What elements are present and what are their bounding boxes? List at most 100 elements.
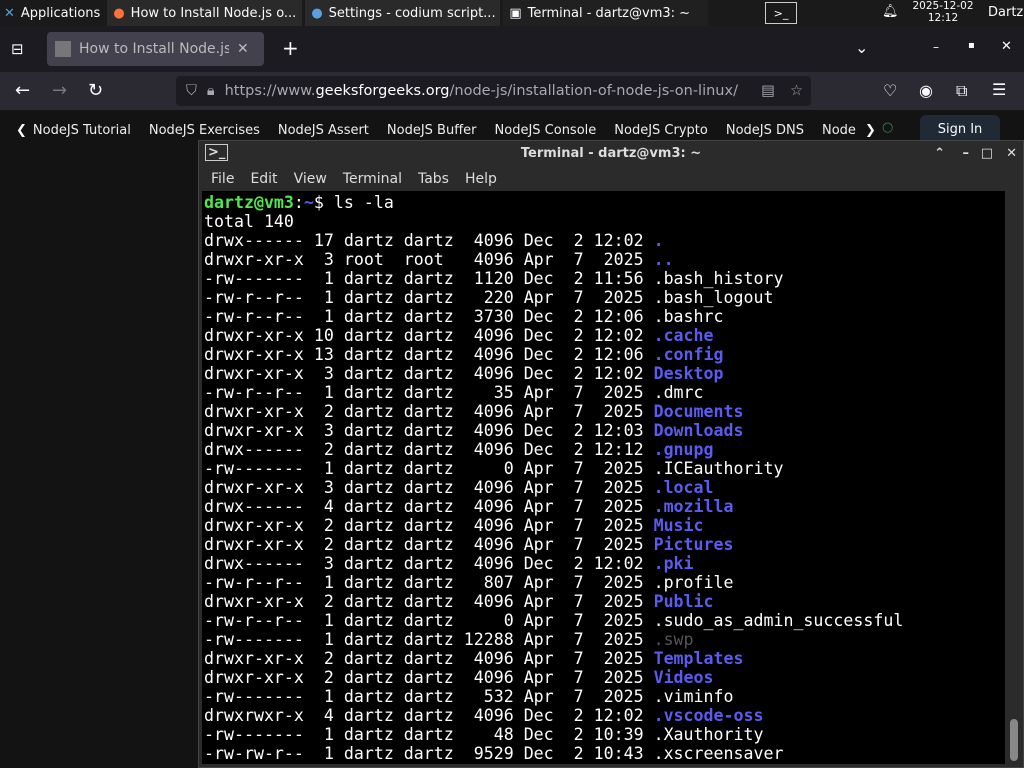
listing-row: drwxr-xr-x 10 dartz dartz 4096 Dec 2 12:… xyxy=(204,326,1005,345)
gfg-favicon xyxy=(55,41,71,57)
file-name: .xscreensaver xyxy=(653,744,784,763)
file-name: .local xyxy=(653,478,714,497)
taskbar-item-firefox[interactable]: ● How to Install Node.js o... xyxy=(107,0,303,26)
terminal-output[interactable]: dartz@vm3:~$ ls -la total 140 drwx------ 1… xyxy=(202,191,1005,764)
shade-icon[interactable]: ⌃ xyxy=(934,146,945,161)
file-name: .bashrc xyxy=(653,307,724,326)
terminal-window: >_ Terminal - dartz@vm3: ~ ⌃ – □ ✕ File … xyxy=(198,140,1024,768)
command: ls -la xyxy=(333,193,394,212)
listing-row: drwx------ 17 dartz dartz 4096 Dec 2 12:… xyxy=(204,231,1005,250)
minimize-icon[interactable]: – xyxy=(963,146,970,161)
close-icon[interactable]: ✕ xyxy=(1006,146,1017,161)
file-name: Pictures xyxy=(653,535,734,554)
shield-icon[interactable]: ⛉ xyxy=(186,83,197,99)
url-bar[interactable]: ⛉ 🔒︎ https://www.geeksforgeeks.org/node-j… xyxy=(176,76,811,106)
listing-row: drwx------ 4 dartz dartz 4096 Apr 7 2025… xyxy=(204,497,1005,516)
nav-link[interactable]: NodeJS Crypto xyxy=(605,123,717,138)
back-icon[interactable]: ← xyxy=(15,80,30,101)
browser-tab-strip: ⊟ How to Install Node.js on ✕ + ⌄ – ▪ ✕ xyxy=(0,26,1024,72)
scrollbar[interactable] xyxy=(1007,191,1021,764)
file-name: .vscode-oss xyxy=(653,706,764,725)
listing-row: -rw------- 1 dartz dartz 0 Apr 7 2025 .I… xyxy=(204,459,1005,478)
terminal-icon: ▣ xyxy=(509,5,522,21)
listing-row: drwxr-xr-x 2 dartz dartz 4096 Apr 7 2025… xyxy=(204,516,1005,535)
file-meta: drwxr-xr-x 2 dartz dartz 4096 Apr 7 2025 xyxy=(204,592,644,611)
listing-row: drwxr-xr-x 13 dartz dartz 4096 Dec 2 12:… xyxy=(204,345,1005,364)
bell-icon[interactable]: 🔔︎ xyxy=(882,4,899,19)
file-name: .pki xyxy=(653,554,694,573)
tab-overview-icon[interactable]: ⊟ xyxy=(11,40,24,58)
top-panel: ✕ Applications ● How to Install Node.js o.… xyxy=(0,0,1024,26)
file-meta: -rw------- 1 dartz dartz 12288 Apr 7 202… xyxy=(204,630,644,649)
search-icon[interactable]: ○ xyxy=(882,120,893,135)
menu-edit[interactable]: Edit xyxy=(242,171,285,187)
task-label: Terminal - dartz@vm3: ~ xyxy=(527,5,691,21)
task-label: Settings - codium script... xyxy=(328,5,496,21)
menu-file[interactable]: File xyxy=(203,171,242,187)
minimize-icon[interactable]: – xyxy=(933,40,939,54)
nav-link[interactable]: NodeJS Console xyxy=(486,123,606,138)
listing-row: -rw-r--r-- 1 dartz dartz 35 Apr 7 2025 .… xyxy=(204,383,1005,402)
file-meta: -rw-r--r-- 1 dartz dartz 220 Apr 7 2025 xyxy=(204,288,644,307)
total-line: total 140 xyxy=(204,212,294,231)
extensions-icon[interactable]: ⧉ xyxy=(956,81,967,101)
listing-row: drwxr-xr-x 3 dartz dartz 4096 Apr 7 2025… xyxy=(204,478,1005,497)
listing-row: drwx------ 2 dartz dartz 4096 Dec 2 12:1… xyxy=(204,440,1005,459)
chevron-left-icon[interactable]: ❮ xyxy=(0,123,27,138)
listing-row: drwxr-xr-x 2 dartz dartz 4096 Apr 7 2025… xyxy=(204,592,1005,611)
nav-link[interactable]: NodeJS Exercises xyxy=(140,123,269,138)
clock[interactable]: 2025-12-02 12:12 xyxy=(908,0,978,24)
url-text: https://www.geeksforgeeks.org/node-js/in… xyxy=(224,83,738,99)
nav-link[interactable]: Node xyxy=(813,123,865,138)
prompt-user: dartz@vm3 xyxy=(204,193,294,212)
browser-toolbar: ← → ↻ ⛉ 🔒︎ https://www.geeksforgeeks.org/… xyxy=(0,72,1024,110)
account-icon[interactable]: ◉ xyxy=(919,81,933,100)
menu-view[interactable]: View xyxy=(286,171,335,187)
listing-row: drwxr-xr-x 2 dartz dartz 4096 Apr 7 2025… xyxy=(204,535,1005,554)
nav-link[interactable]: NodeJS Buffer xyxy=(378,123,486,138)
chevron-down-icon[interactable]: ⌄ xyxy=(855,38,868,57)
star-icon[interactable]: ☆ xyxy=(790,83,803,99)
reload-icon[interactable]: ↻ xyxy=(88,80,103,101)
scrollbar-thumb[interactable] xyxy=(1010,719,1018,761)
pocket-icon[interactable]: ♡ xyxy=(883,81,897,100)
listing-row: -rw------- 1 dartz dartz 12288 Apr 7 202… xyxy=(204,630,1005,649)
reader-view-icon[interactable]: ▤ xyxy=(761,83,775,99)
close-window-icon[interactable]: ✕ xyxy=(1001,39,1012,54)
nav-link[interactable]: NodeJS Tutorial xyxy=(27,123,140,138)
listing-row: drwxr-xr-x 2 dartz dartz 4096 Apr 7 2025… xyxy=(204,649,1005,668)
file-meta: -rw-r--r-- 1 dartz dartz 0 Apr 7 2025 xyxy=(204,611,644,630)
file-meta: -rw-r--r-- 1 dartz dartz 35 Apr 7 2025 xyxy=(204,383,644,402)
codium-icon: ● xyxy=(311,5,323,21)
maximize-icon[interactable]: ▪ xyxy=(968,40,975,51)
file-name: Documents xyxy=(653,402,744,421)
menu-tabs[interactable]: Tabs xyxy=(410,171,457,187)
terminal-launcher-icon[interactable]: >_ xyxy=(765,2,797,24)
menu-icon[interactable]: ☰ xyxy=(992,80,1006,99)
listing-row: -rw-r--r-- 1 dartz dartz 220 Apr 7 2025 … xyxy=(204,288,1005,307)
file-name: .bash_history xyxy=(653,269,784,288)
nav-link[interactable]: NodeJS Assert xyxy=(269,123,378,138)
file-meta: drwxr-xr-x 3 dartz dartz 4096 Dec 2 12:0… xyxy=(204,421,644,440)
lock-icon[interactable]: 🔒︎ xyxy=(207,83,215,99)
file-name: Videos xyxy=(653,668,714,687)
taskbar-item-codium[interactable]: ● Settings - codium script... xyxy=(305,0,501,26)
tab-title: How to Install Node.js on xyxy=(79,41,229,57)
nav-link[interactable]: NodeJS DNS xyxy=(717,123,813,138)
terminal-titlebar[interactable]: >_ Terminal - dartz@vm3: ~ ⌃ – □ ✕ xyxy=(199,141,1023,166)
taskbar-item-terminal[interactable]: ▣ Terminal - dartz@vm3: ~ xyxy=(503,0,709,26)
close-tab-icon[interactable]: ✕ xyxy=(237,41,249,57)
applications-menu[interactable]: ✕ Applications xyxy=(0,0,105,26)
browser-tab[interactable]: How to Install Node.js on ✕ xyxy=(47,32,264,66)
file-meta: drwxr-xr-x 2 dartz dartz 4096 Apr 7 2025 xyxy=(204,649,644,668)
new-tab-icon[interactable]: + xyxy=(282,36,299,60)
menu-terminal[interactable]: Terminal xyxy=(335,171,410,187)
maximize-icon[interactable]: □ xyxy=(981,146,993,161)
chevron-right-icon[interactable]: ❯ xyxy=(865,123,876,138)
listing-row: -rw------- 1 dartz dartz 48 Dec 2 10:39 … xyxy=(204,725,1005,744)
user-menu[interactable]: Dartz xyxy=(988,5,1023,20)
menu-help[interactable]: Help xyxy=(457,171,505,187)
file-name: .dmrc xyxy=(653,383,704,402)
forward-icon[interactable]: → xyxy=(52,80,67,101)
file-name: .bash_logout xyxy=(653,288,774,307)
